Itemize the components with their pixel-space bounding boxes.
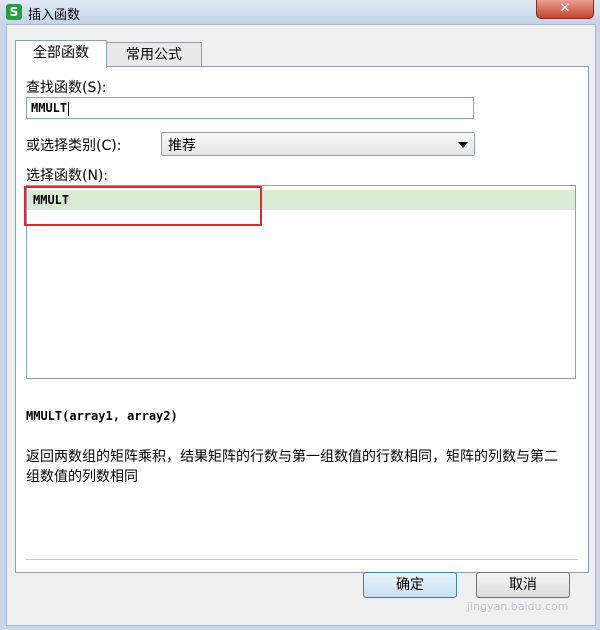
function-list-label: 选择函数(N): [26,168,109,184]
tab-all-functions[interactable]: 全部函数 [15,40,107,68]
search-label: 查找函数(S): [26,80,107,96]
red-highlight-annotation [24,186,262,226]
chevron-down-icon[interactable] [458,142,468,148]
search-input-value: MMULT [31,101,68,115]
text-caret [68,101,70,116]
app-icon: S [6,4,22,20]
watermark-text: jingyan.baidu.com [467,600,569,613]
insert-function-dialog: S 插入函数 ✕ 全部函数 常用公式 查找函数(S): MMULT 或选择类别(… [0,0,600,630]
function-list[interactable]: MMULT [24,185,576,379]
search-input[interactable]: MMULT [26,97,474,119]
title-bar[interactable]: S 插入函数 ✕ [0,0,600,24]
dialog-body: 全部函数 常用公式 查找函数(S): MMULT 或选择类别(C): 推荐 选择… [6,24,596,626]
category-label: 或选择类别(C): [26,138,122,154]
divider [26,559,578,560]
function-description: 返回两数组的矩阵乘积，结果矩阵的行数与第一组数值的行数相同，矩阵的列数与第二组数… [26,449,558,485]
tab-common-formulas[interactable]: 常用公式 [106,42,202,67]
category-select[interactable]: 推荐 [161,132,475,156]
dialog-title: 插入函数 [28,8,81,23]
cancel-button[interactable]: 取消 [476,572,570,598]
function-signature: MMULT(array1, array2) [26,409,178,423]
ok-button[interactable]: 确定 [363,572,457,598]
tab-panel-all-functions: 查找函数(S): MMULT 或选择类别(C): 推荐 选择函数(N): MMU… [15,66,589,573]
category-selected-value: 推荐 [168,138,196,154]
close-button[interactable]: ✕ [536,0,594,19]
